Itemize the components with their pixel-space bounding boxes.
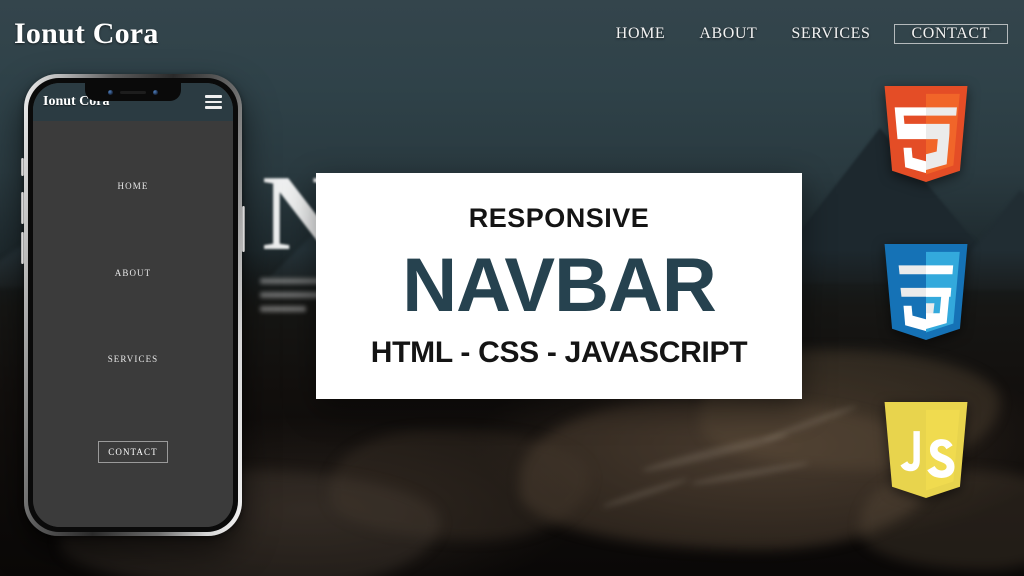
tech-logo-stack [878,86,974,510]
site-brand[interactable]: Ionut Cora [14,17,159,51]
front-camera-icon [108,89,113,95]
card-headline: NAVBAR [402,242,716,328]
earpiece-speaker-icon [120,90,146,94]
phone-menu-item-about[interactable]: ABOUT [115,268,152,278]
javascript-logo [884,402,968,498]
phone-mockup: Ionut Cora HOME ABOUT SERVICES CONTACT [21,74,245,536]
phone-menu-item-contact[interactable]: CONTACT [98,440,168,463]
phone-bezel: Ionut Cora HOME ABOUT SERVICES CONTACT [28,78,238,532]
phone-menu-item-home[interactable]: HOME [118,181,149,191]
top-navbar: Ionut Cora HOME ABOUT SERVICES CONTACT [0,0,1024,68]
hamburger-icon[interactable] [205,95,222,109]
nav-links: HOME ABOUT SERVICES CONTACT [599,24,1008,44]
phone-power-button[interactable] [242,206,245,252]
phone-mute-switch[interactable] [21,158,24,176]
face-sensor-icon [153,89,158,95]
phone-volume-up-button[interactable] [21,192,24,224]
phone-volume-down-button[interactable] [21,232,24,264]
css3-logo [884,244,968,340]
phone-notch [85,83,181,101]
phone-menu-item-services[interactable]: SERVICES [108,354,159,364]
card-subtitle: HTML - CSS - JAVASCRIPT [370,335,748,369]
nav-item-about[interactable]: ABOUT [682,25,774,43]
card-kicker: RESPONSIVE [468,202,650,233]
nav-item-services[interactable]: SERVICES [774,25,887,43]
phone-mobile-menu: HOME ABOUT SERVICES CONTACT [33,121,233,527]
nav-item-contact[interactable]: CONTACT [893,24,1008,44]
phone-screen: Ionut Cora HOME ABOUT SERVICES CONTACT [33,83,233,527]
title-card: RESPONSIVE NAVBAR HTML - CSS - JAVASCRIP… [316,173,802,399]
nav-item-home[interactable]: HOME [599,25,683,43]
html5-logo [884,86,968,182]
